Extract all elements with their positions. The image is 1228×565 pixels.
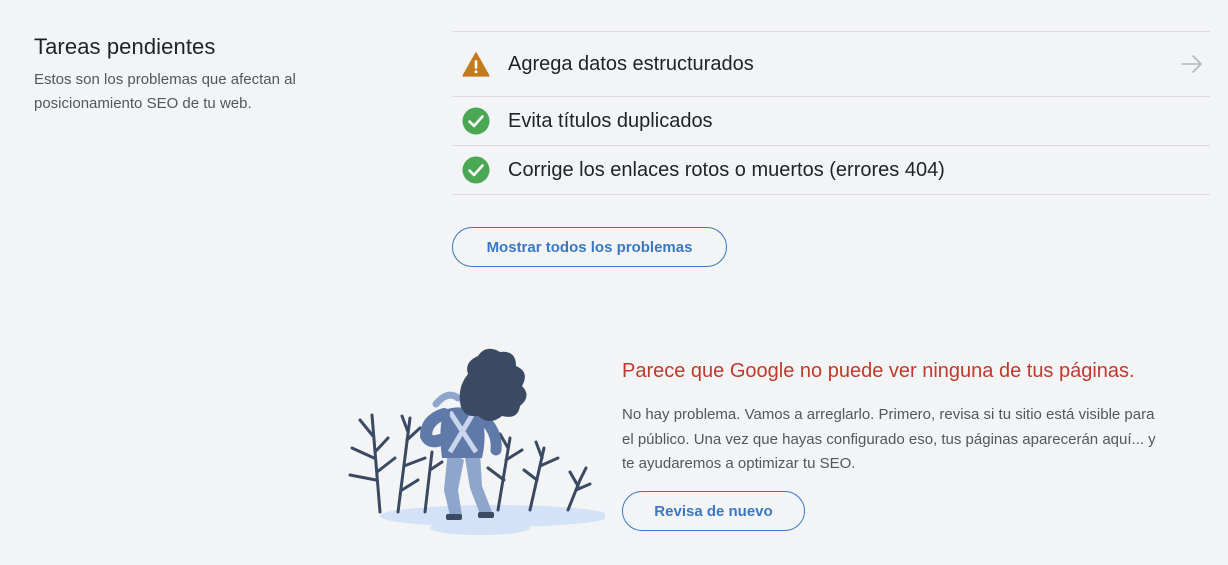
pending-tasks-intro: Tareas pendientes Estos son los problema…: [34, 34, 364, 116]
illustration-person-in-trees: [340, 340, 610, 545]
task-row-structured-data[interactable]: Agrega datos estructurados: [452, 32, 1210, 97]
google-visibility-notice: Parece que Google no puede ver ninguna d…: [622, 360, 1162, 477]
task-row-duplicate-titles: Evita títulos duplicados: [452, 97, 1210, 146]
recheck-button[interactable]: Revisa de nuevo: [622, 491, 805, 531]
task-list: Agrega datos estructurados Evita títulos…: [452, 31, 1210, 195]
warning-icon: [462, 50, 490, 78]
pending-tasks-description: Estos son los problemas que afectan al p…: [34, 71, 296, 112]
check-circle-icon: [462, 107, 490, 135]
show-all-problems-button[interactable]: Mostrar todos los problemas: [452, 227, 727, 267]
notice-heading: Parece que Google no puede ver ninguna d…: [622, 360, 1135, 382]
arrow-right-icon[interactable]: [1180, 52, 1204, 76]
task-row-broken-links: Corrige los enlaces rotos o muertos (err…: [452, 146, 1210, 195]
task-label: Agrega datos estructurados: [508, 52, 754, 75]
pending-tasks-title: Tareas pendientes: [34, 34, 216, 59]
task-label: Corrige los enlaces rotos o muertos (err…: [508, 158, 945, 181]
task-label: Evita títulos duplicados: [508, 109, 713, 132]
notice-body: No hay problema. Vamos a arreglarlo. Pri…: [622, 406, 1156, 472]
check-circle-icon: [462, 156, 490, 184]
